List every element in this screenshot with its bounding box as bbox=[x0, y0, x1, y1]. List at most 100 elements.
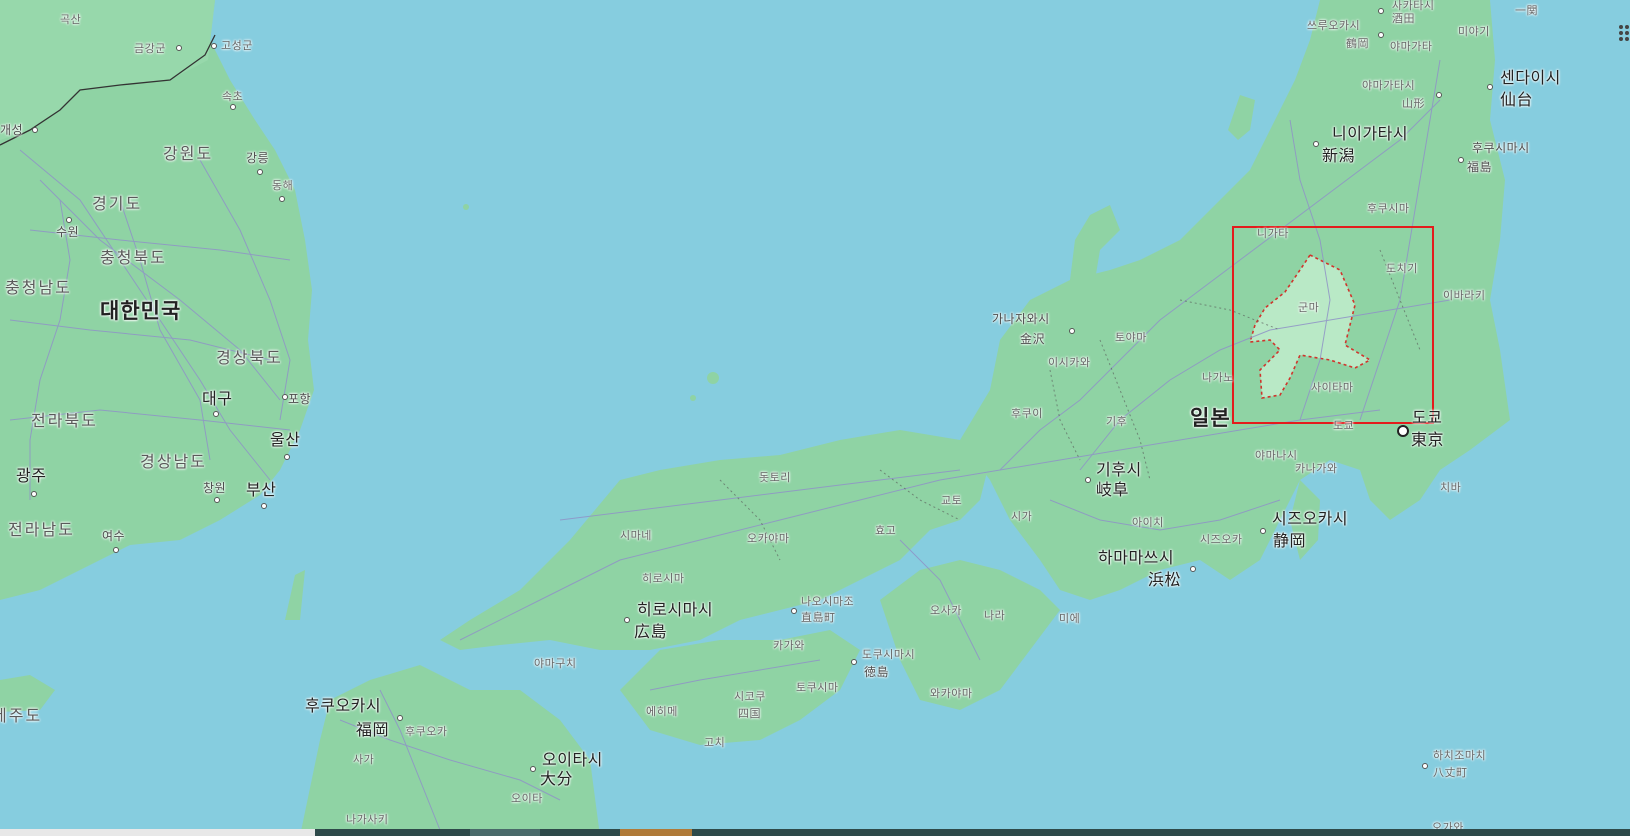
city-label: 仙台 bbox=[1500, 90, 1534, 109]
city-marker bbox=[1190, 566, 1196, 572]
city-label: 광주 bbox=[16, 466, 47, 485]
bottom-strip bbox=[0, 829, 1630, 836]
city-label: 치바 bbox=[1440, 481, 1462, 494]
city-label: 토쿠시마 bbox=[796, 681, 839, 694]
city-label: 一関 bbox=[1515, 4, 1538, 17]
city-label: 徳島 bbox=[864, 665, 890, 679]
city-label: 카나가와 bbox=[1295, 462, 1338, 475]
city-label: 大分 bbox=[540, 769, 574, 788]
city-label: 포항 bbox=[288, 392, 312, 406]
city-label: 鶴岡 bbox=[1346, 37, 1369, 50]
city-marker bbox=[1085, 477, 1091, 483]
city-marker bbox=[213, 411, 219, 417]
city-marker bbox=[257, 169, 263, 175]
city-label: 야마구치 bbox=[534, 657, 577, 670]
city-marker bbox=[261, 503, 267, 509]
city-label: 시즈오카 bbox=[1200, 533, 1243, 546]
region-label: 제주도 bbox=[0, 706, 43, 725]
city-label: 개성 bbox=[0, 123, 24, 137]
city-label: 이바라키 bbox=[1443, 289, 1486, 302]
city-label: 아이치 bbox=[1132, 516, 1164, 529]
city-label: 센다이시 bbox=[1500, 68, 1561, 87]
city-label: 울산 bbox=[270, 430, 301, 449]
city-label: 오사카 bbox=[930, 604, 962, 617]
city-label: 가나자와시 bbox=[992, 312, 1050, 326]
map-canvas[interactable]: 대한민국 일본 강원도 경기도 충청북도 충청남도 경상북도 전라북도 경상남도… bbox=[0, 0, 1630, 836]
city-label: 효고 bbox=[875, 524, 897, 537]
city-marker bbox=[624, 617, 630, 623]
city-marker bbox=[230, 104, 236, 110]
city-label: 八丈町 bbox=[1433, 766, 1468, 779]
city-label: 금강군 bbox=[134, 42, 166, 55]
city-label: 도치기 bbox=[1386, 262, 1418, 275]
city-label: 기후 bbox=[1106, 415, 1128, 428]
city-marker bbox=[1422, 763, 1428, 769]
city-label: 고치 bbox=[704, 736, 726, 749]
city-label: 시마네 bbox=[620, 529, 652, 542]
selection-rectangle[interactable] bbox=[1232, 226, 1434, 424]
city-label: 도쿄 bbox=[1412, 408, 1443, 427]
city-label: 부산 bbox=[246, 480, 277, 499]
city-marker bbox=[282, 394, 288, 400]
city-label: 동해 bbox=[272, 179, 294, 192]
city-marker bbox=[214, 497, 220, 503]
city-label: 오이타시 bbox=[542, 750, 603, 769]
city-label: 나라 bbox=[984, 609, 1006, 622]
city-marker bbox=[31, 491, 37, 497]
city-marker bbox=[530, 766, 536, 772]
city-label: 히로시마시 bbox=[637, 600, 714, 619]
grid-menu-icon[interactable] bbox=[1618, 24, 1630, 42]
city-label: 오이타 bbox=[511, 792, 543, 805]
city-label: 교토 bbox=[941, 494, 963, 507]
city-label: 이시카와 bbox=[1048, 356, 1091, 369]
city-label: 하치조마치 bbox=[1433, 749, 1487, 762]
region-label: 전라남도 bbox=[8, 520, 75, 539]
region-label: 경상북도 bbox=[216, 348, 283, 367]
island bbox=[690, 395, 696, 401]
city-label: 나가노 bbox=[1202, 371, 1234, 384]
city-marker bbox=[66, 217, 72, 223]
city-label: 도쿄 bbox=[1333, 419, 1355, 432]
city-label: 오카야마 bbox=[747, 532, 790, 545]
city-label: 니이가타시 bbox=[1332, 124, 1409, 143]
city-label: 야마가타 bbox=[1390, 40, 1433, 53]
city-label: 広島 bbox=[634, 622, 668, 641]
city-label: 浜松 bbox=[1148, 570, 1182, 589]
city-label: 나오시마조 bbox=[801, 595, 855, 608]
city-label: 시코쿠 bbox=[734, 690, 766, 703]
city-label: 여수 bbox=[102, 529, 126, 543]
city-label: 시가 bbox=[1011, 510, 1033, 523]
region-label: 강원도 bbox=[163, 144, 214, 163]
city-marker bbox=[32, 127, 38, 133]
city-label: 야마나시 bbox=[1255, 449, 1298, 462]
city-label: 福島 bbox=[1467, 160, 1493, 174]
city-marker bbox=[851, 659, 857, 665]
city-label: 東京 bbox=[1411, 430, 1445, 449]
city-label: 후쿠오카시 bbox=[305, 696, 382, 715]
city-label: 사카타시 bbox=[1392, 0, 1435, 12]
city-marker bbox=[1069, 328, 1075, 334]
city-label: 속초 bbox=[222, 90, 244, 103]
city-marker bbox=[1378, 32, 1384, 38]
island bbox=[707, 372, 719, 384]
city-marker bbox=[1313, 141, 1319, 147]
city-marker bbox=[279, 196, 285, 202]
city-marker bbox=[1436, 92, 1442, 98]
city-label: 후쿠시마시 bbox=[1472, 141, 1530, 155]
city-label: 나가사키 bbox=[346, 813, 389, 826]
city-marker bbox=[791, 608, 797, 614]
city-label: 기후시 bbox=[1096, 460, 1142, 479]
city-label: 金沢 bbox=[1020, 332, 1046, 346]
city-label: 카가와 bbox=[773, 639, 805, 652]
city-label: 후쿠이 bbox=[1011, 407, 1043, 420]
city-label: 후쿠오카 bbox=[405, 725, 448, 738]
city-label: 四国 bbox=[738, 707, 761, 720]
city-label: 야마가타시 bbox=[1362, 79, 1416, 92]
city-label: 대구 bbox=[202, 389, 233, 408]
city-marker bbox=[1260, 528, 1266, 534]
city-marker bbox=[176, 45, 182, 51]
city-label: 수원 bbox=[56, 225, 80, 239]
city-label: 新潟 bbox=[1322, 146, 1356, 165]
city-label: 군마 bbox=[1298, 301, 1320, 314]
city-label: 창원 bbox=[203, 481, 227, 495]
